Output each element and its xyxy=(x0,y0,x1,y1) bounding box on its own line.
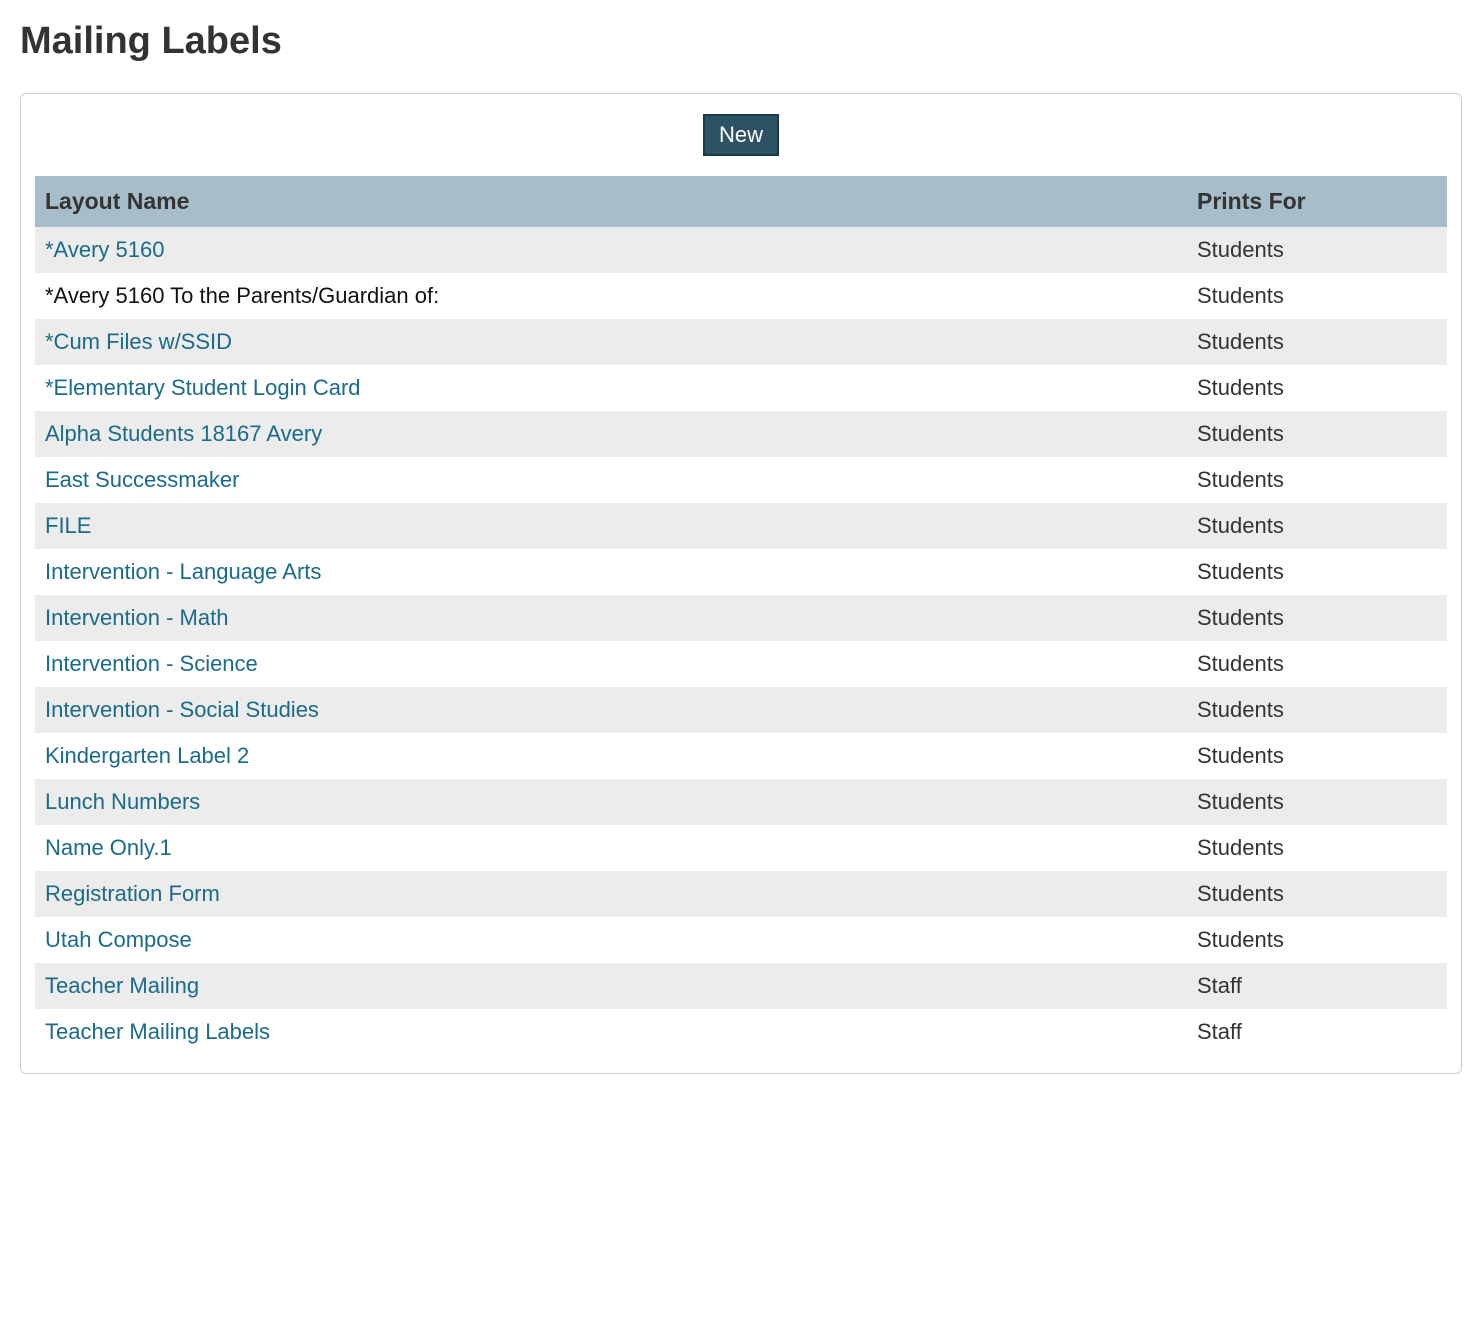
table-row: Lunch Numbers Students xyxy=(35,779,1447,825)
cell-layout-name: *Cum Files w/SSID xyxy=(35,319,1187,365)
cell-layout-name: Lunch Numbers xyxy=(35,779,1187,825)
table-row: *Avery 5160 To the Parents/Guardian of: S… xyxy=(35,273,1447,319)
layout-label: *Avery 5160 To the Parents/Guardian of: xyxy=(45,283,439,308)
layout-link[interactable]: East Successmaker xyxy=(45,467,239,492)
table-row: FILE Students xyxy=(35,503,1447,549)
cell-prints-for: Staff xyxy=(1187,963,1447,1009)
layout-link[interactable]: Alpha Students 18167 Avery xyxy=(45,421,322,446)
layout-link[interactable]: Intervention - Science xyxy=(45,651,258,676)
layout-link[interactable]: Teacher Mailing xyxy=(45,973,199,998)
cell-prints-for: Students xyxy=(1187,779,1447,825)
table-row: Intervention - Language Arts Students xyxy=(35,549,1447,595)
col-header-prints-for: Prints For xyxy=(1187,176,1447,227)
cell-prints-for: Students xyxy=(1187,365,1447,411)
layout-link[interactable]: Lunch Numbers xyxy=(45,789,200,814)
table-row: East Successmaker Students xyxy=(35,457,1447,503)
page-title: Mailing Labels xyxy=(20,20,1462,63)
table-row: *Elementary Student Login Card Students xyxy=(35,365,1447,411)
cell-layout-name: Name Only.1 xyxy=(35,825,1187,871)
cell-layout-name: East Successmaker xyxy=(35,457,1187,503)
table-row: Utah Compose Students xyxy=(35,917,1447,963)
cell-prints-for: Staff xyxy=(1187,1009,1447,1055)
table-header-row: Layout Name Prints For xyxy=(35,176,1447,227)
layout-link[interactable]: Teacher Mailing Labels xyxy=(45,1019,270,1044)
cell-layout-name: Teacher Mailing Labels xyxy=(35,1009,1187,1055)
cell-prints-for: Students xyxy=(1187,549,1447,595)
layout-link[interactable]: Name Only.1 xyxy=(45,835,172,860)
cell-prints-for: Students xyxy=(1187,917,1447,963)
cell-layout-name: Intervention - Math xyxy=(35,595,1187,641)
cell-layout-name: Intervention - Social Studies xyxy=(35,687,1187,733)
cell-layout-name: Teacher Mailing xyxy=(35,963,1187,1009)
cell-layout-name: Registration Form xyxy=(35,871,1187,917)
layout-link[interactable]: *Elementary Student Login Card xyxy=(45,375,361,400)
table-row: Kindergarten Label 2 Students xyxy=(35,733,1447,779)
cell-prints-for: Students xyxy=(1187,457,1447,503)
layout-link[interactable]: FILE xyxy=(45,513,91,538)
table-row: Registration Form Students xyxy=(35,871,1447,917)
cell-prints-for: Students xyxy=(1187,227,1447,273)
table-row: *Cum Files w/SSID Students xyxy=(35,319,1447,365)
layout-link[interactable]: Intervention - Social Studies xyxy=(45,697,319,722)
cell-prints-for: Students xyxy=(1187,503,1447,549)
table-row: *Avery 5160 Students xyxy=(35,227,1447,273)
cell-layout-name: Kindergarten Label 2 xyxy=(35,733,1187,779)
cell-layout-name: FILE xyxy=(35,503,1187,549)
cell-prints-for: Students xyxy=(1187,595,1447,641)
layout-link[interactable]: *Cum Files w/SSID xyxy=(45,329,232,354)
table-row: Alpha Students 18167 Avery Students xyxy=(35,411,1447,457)
table-row: Intervention - Science Students xyxy=(35,641,1447,687)
layout-link[interactable]: Registration Form xyxy=(45,881,220,906)
cell-prints-for: Students xyxy=(1187,825,1447,871)
cell-layout-name: Utah Compose xyxy=(35,917,1187,963)
layout-link[interactable]: Kindergarten Label 2 xyxy=(45,743,249,768)
table-row: Teacher Mailing Staff xyxy=(35,963,1447,1009)
table-row: Intervention - Math Students xyxy=(35,595,1447,641)
col-header-layout-name: Layout Name xyxy=(35,176,1187,227)
table-row: Name Only.1 Students xyxy=(35,825,1447,871)
cell-layout-name: Intervention - Language Arts xyxy=(35,549,1187,595)
mailing-labels-table: Layout Name Prints For *Avery 5160 Studen… xyxy=(35,176,1447,1055)
cell-prints-for: Students xyxy=(1187,733,1447,779)
button-row: New xyxy=(35,114,1447,156)
cell-layout-name: *Avery 5160 To the Parents/Guardian of: xyxy=(35,273,1187,319)
layout-link[interactable]: Intervention - Math xyxy=(45,605,228,630)
layout-link[interactable]: Intervention - Language Arts xyxy=(45,559,321,584)
cell-prints-for: Students xyxy=(1187,871,1447,917)
cell-layout-name: Intervention - Science xyxy=(35,641,1187,687)
new-button[interactable]: New xyxy=(703,114,779,156)
cell-prints-for: Students xyxy=(1187,319,1447,365)
layout-link[interactable]: *Avery 5160 xyxy=(45,237,164,262)
cell-prints-for: Students xyxy=(1187,273,1447,319)
cell-prints-for: Students xyxy=(1187,411,1447,457)
cell-layout-name: Alpha Students 18167 Avery xyxy=(35,411,1187,457)
layout-link[interactable]: Utah Compose xyxy=(45,927,192,952)
cell-layout-name: *Elementary Student Login Card xyxy=(35,365,1187,411)
mailing-labels-panel: New Layout Name Prints For *Avery 5160 St… xyxy=(20,93,1462,1074)
cell-prints-for: Students xyxy=(1187,687,1447,733)
cell-prints-for: Students xyxy=(1187,641,1447,687)
table-row: Intervention - Social Studies Students xyxy=(35,687,1447,733)
cell-layout-name: *Avery 5160 xyxy=(35,227,1187,273)
table-row: Teacher Mailing Labels Staff xyxy=(35,1009,1447,1055)
